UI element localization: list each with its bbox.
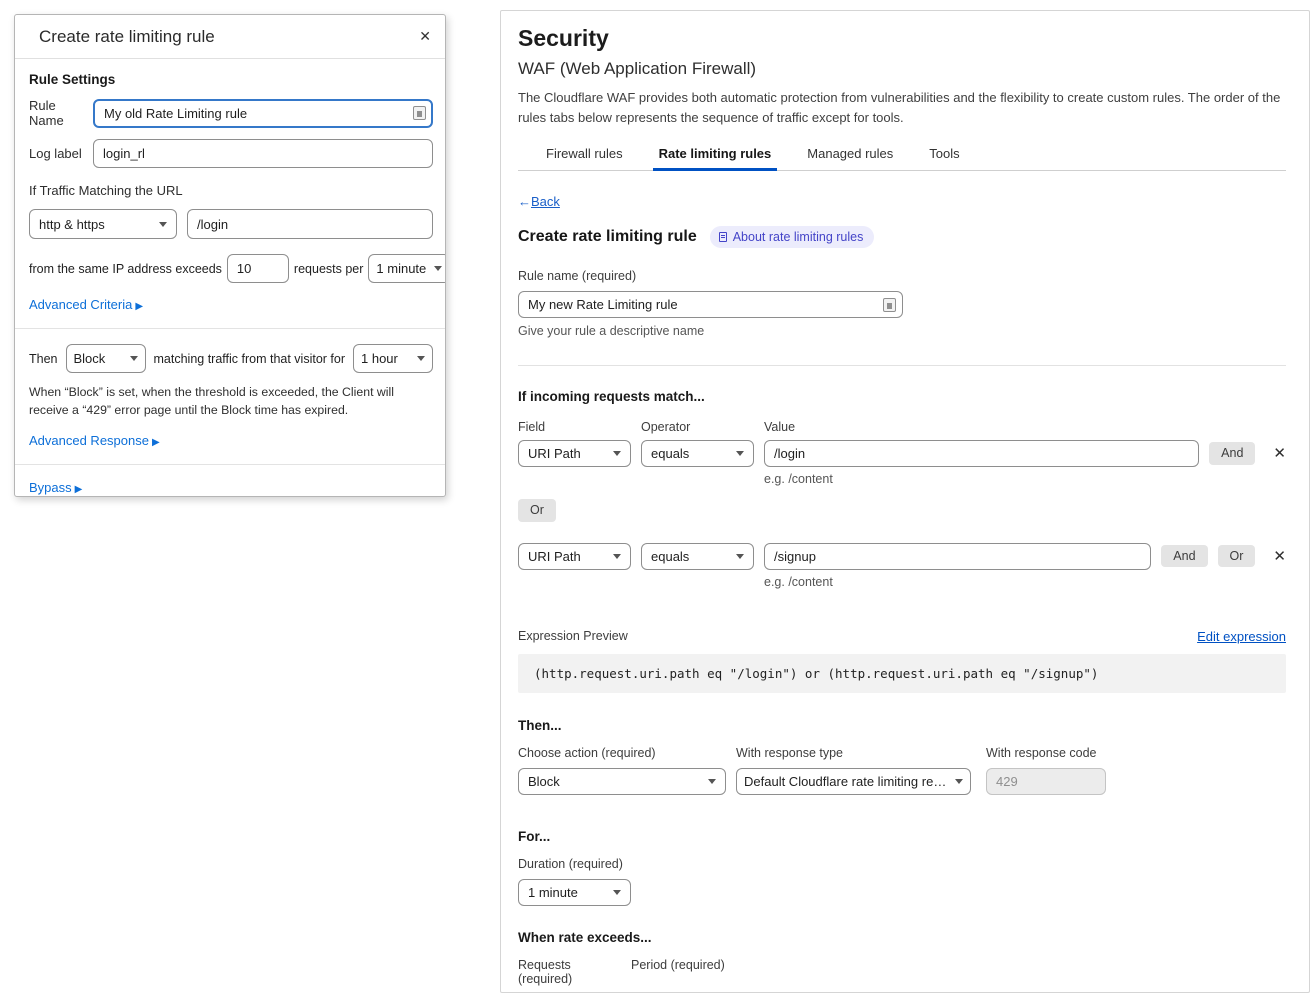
then-section-heading: Then... [518,718,1286,733]
scheme-select[interactable]: http & https [29,209,177,239]
field-select[interactable]: URI Path [518,543,631,570]
log-label-label: Log label [29,146,93,161]
and-button[interactable]: And [1209,442,1255,465]
and-button[interactable]: And [1161,545,1207,568]
value-input[interactable] [764,440,1199,467]
url-input[interactable] [187,209,433,239]
caret-down-icon [736,451,744,456]
tab-tools[interactable]: Tools [927,140,961,170]
back-arrow-icon: ← [518,194,531,209]
rule-name-input[interactable] [518,291,903,318]
caret-down-icon [955,779,963,784]
divider [518,365,1286,366]
divider [15,328,445,329]
close-icon[interactable]: ✕ [419,28,431,45]
for-section-heading: For... [518,829,1286,844]
caret-down-icon [736,554,744,559]
response-type-label: With response type [736,746,971,760]
back-link[interactable]: ←Back [518,194,560,209]
rule-name-input[interactable] [93,99,433,128]
about-rate-limiting-rules-badge[interactable]: About rate limiting rules [710,226,875,248]
value-helper: e.g. /content [518,472,1286,486]
choose-action-label: Choose action (required) [518,746,726,760]
operator-column-label: Operator [641,420,754,434]
value-column-label: Value [764,420,795,434]
dialog-header: Create rate limiting rule ✕ [15,15,445,59]
divider [15,464,445,465]
duration-select[interactable]: 1 minute [518,879,631,906]
tab-rate-limiting-rules[interactable]: Rate limiting rules [657,140,774,170]
disclosure-triangle-icon: ▶ [152,437,160,448]
page-title: Security [518,25,1286,52]
disclosure-triangle-icon: ▶ [135,301,143,312]
autofill-icon [883,298,896,312]
duration-label: Duration (required) [518,857,1286,871]
caret-down-icon [613,554,621,559]
caret-down-icon [708,779,716,784]
field-select[interactable]: URI Path [518,440,631,467]
dialog-body: Rule Settings Rule Name Log label If Tra… [15,59,445,497]
expression-preview-box: (http.request.uri.path eq "/login") or (… [518,654,1286,693]
advanced-criteria-link[interactable]: Advanced Criteria▶ [29,297,143,312]
ban-duration-select[interactable]: 1 hour [353,344,433,373]
threshold-suffix-label: requests per [294,262,363,276]
then-label: Then [29,352,58,366]
edit-expression-link[interactable]: Edit expression [1197,629,1286,644]
caret-down-icon [613,451,621,456]
field-column-label: Field [518,420,631,434]
caret-down-icon [159,222,167,227]
response-type-select[interactable]: Default Cloudflare rate limiting respons… [736,768,971,795]
dialog-title: Create rate limiting rule [39,27,419,47]
threshold-prefix-label: from the same IP address exceeds [29,262,222,276]
or-connector-button[interactable]: Or [518,499,556,522]
disclosure-triangle-icon: ▶ [75,484,83,495]
tab-managed-rules[interactable]: Managed rules [805,140,895,170]
remove-condition-icon[interactable]: ✕ [1273,549,1286,564]
document-icon [719,232,727,242]
operator-select[interactable]: equals [641,440,754,467]
traffic-matching-label: If Traffic Matching the URL [29,183,433,198]
create-rate-limiting-rule-dialog: Create rate limiting rule ✕ Rule Setting… [14,14,446,497]
bypass-link[interactable]: Bypass▶ [29,480,82,495]
caret-down-icon [613,890,621,895]
match-section-heading: If incoming requests match... [518,389,1286,404]
rule-name-label: Rule name (required) [518,269,1286,283]
rule-settings-heading: Rule Settings [29,72,433,87]
response-code-input [986,768,1106,795]
operator-select[interactable]: equals [641,543,754,570]
remove-condition-icon[interactable]: ✕ [1273,446,1286,461]
caret-down-icon [130,356,138,361]
tab-firewall-rules[interactable]: Firewall rules [544,140,625,170]
value-helper: e.g. /content [518,575,1286,589]
advanced-response-link[interactable]: Advanced Response▶ [29,433,160,448]
rules-tabbar: Firewall rules Rate limiting rules Manag… [518,140,1286,171]
condition-row: URI Path equals And Or ✕ [518,543,1286,570]
requests-label: Requests (required) [518,958,621,986]
page-subtitle: WAF (Web Application Firewall) [518,59,1286,79]
autofill-icon [413,106,426,120]
threshold-period-select[interactable]: 1 minute [368,254,446,283]
rule-name-helper: Give your rule a descriptive name [518,324,1286,338]
waf-security-panel: Security WAF (Web Application Firewall) … [500,10,1310,993]
response-code-label: With response code [986,746,1106,760]
page-description: The Cloudflare WAF provides both automat… [518,88,1286,127]
rate-section-heading: When rate exceeds... [518,930,1286,945]
then-suffix-label: matching traffic from that visitor for [154,352,346,366]
or-button[interactable]: Or [1218,545,1256,568]
form-heading: Create rate limiting rule [518,228,697,246]
caret-down-icon [417,356,425,361]
condition-row: URI Path equals And ✕ [518,440,1286,467]
value-input[interactable] [764,543,1151,570]
log-label-input[interactable] [93,139,433,168]
block-note: When “Block” is set, when the threshold … [29,383,431,420]
threshold-input[interactable] [227,254,289,283]
action-select[interactable]: Block [66,344,146,373]
expression-preview-label: Expression Preview [518,629,628,643]
rule-name-label: Rule Name [29,98,93,128]
caret-down-icon [434,266,442,271]
action-select[interactable]: Block [518,768,726,795]
period-label: Period (required) [631,958,725,986]
